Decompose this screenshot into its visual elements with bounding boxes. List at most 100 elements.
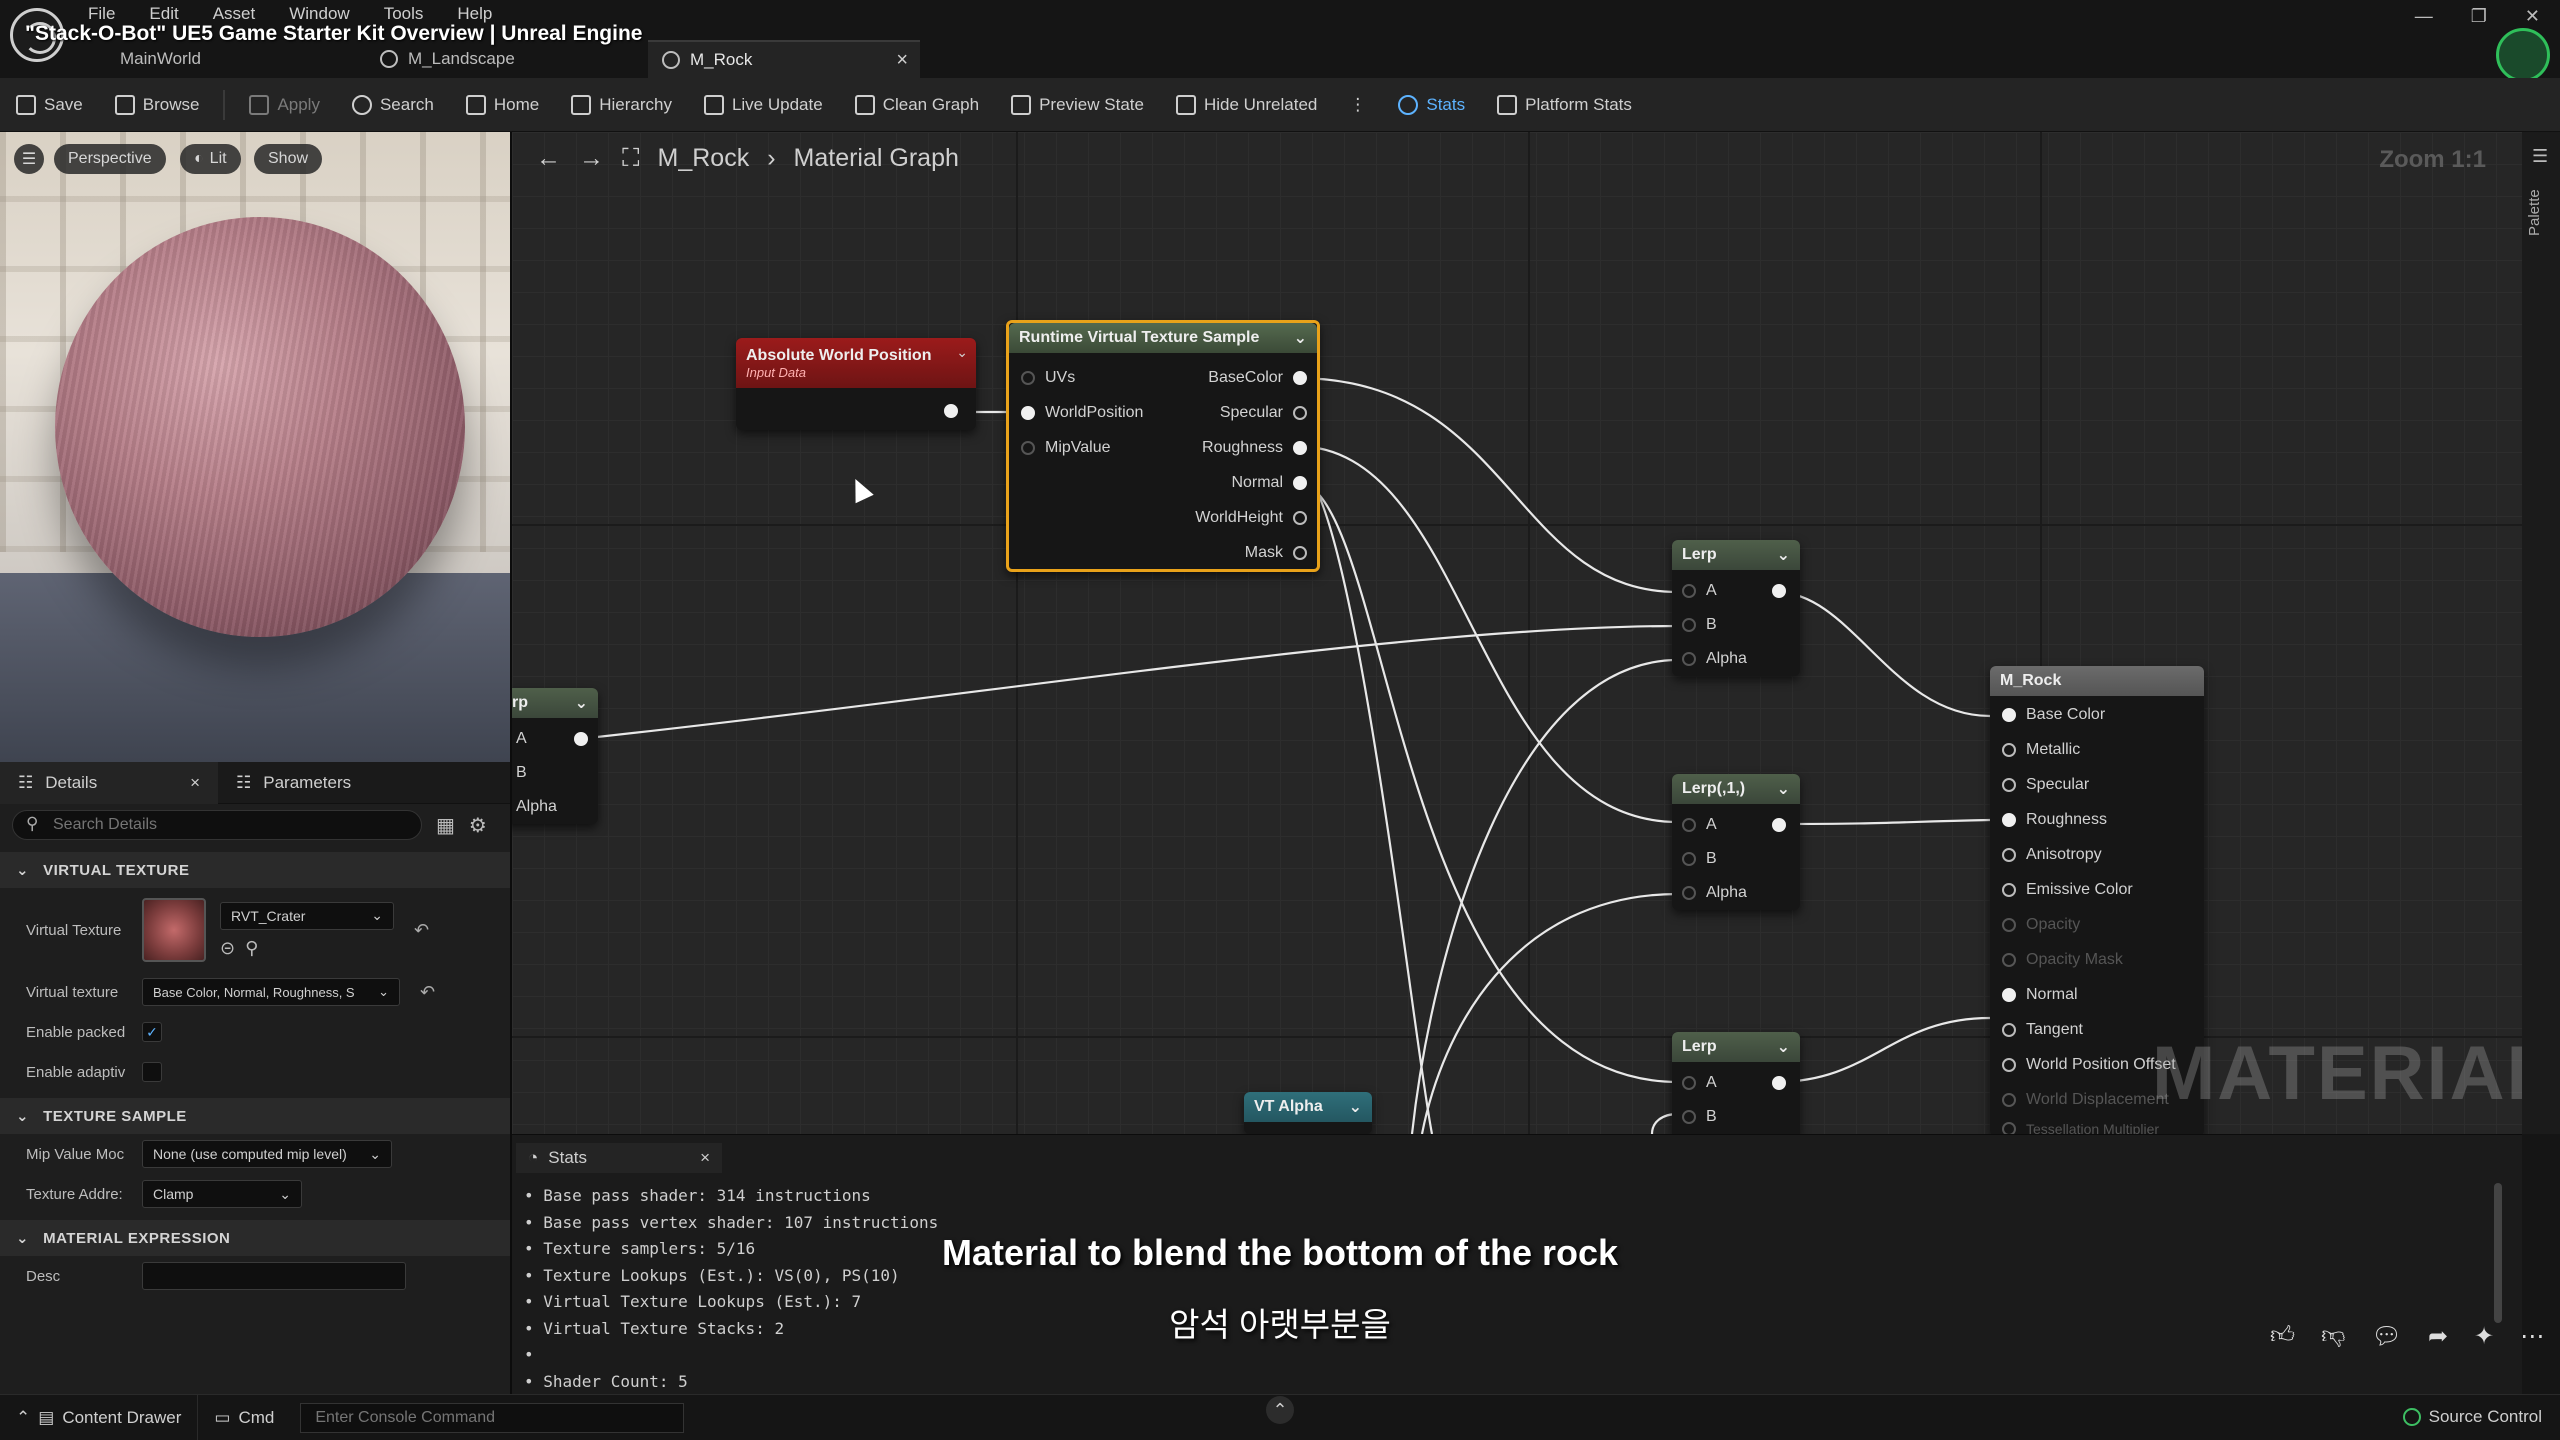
section-virtual-texture[interactable]: ⌄ VIRTUAL TEXTURE [0, 852, 510, 888]
input-pin-b[interactable]: B [516, 764, 527, 782]
input-pin-normal[interactable]: Normal [2002, 986, 2078, 1004]
reset-icon[interactable]: ↶ [420, 982, 435, 1003]
show-button[interactable]: Show [254, 144, 323, 174]
preview-state-button[interactable]: Preview State [995, 78, 1160, 132]
node-vt-alpha[interactable]: VT Alpha ⌄ [1244, 1092, 1372, 1134]
menu-edit[interactable]: Edit [149, 4, 178, 24]
tab-m-landscape[interactable]: M_Landscape [380, 40, 630, 78]
input-pin-uvs[interactable]: UVs [1021, 369, 1075, 387]
preview-viewport[interactable]: ☰ Perspective ◐Lit Show ‹ – 5 [0, 132, 512, 762]
input-pin-a[interactable]: A [516, 730, 527, 748]
section-texture-sample[interactable]: ⌄ TEXTURE SAMPLE [0, 1098, 510, 1134]
more-options-button[interactable]: ⋮ [1333, 78, 1382, 132]
input-pin-metallic[interactable]: Metallic [2002, 741, 2080, 759]
material-graph[interactable]: ← → ⛶ M_Rock › Material Graph Zoom 1:1 A… [512, 132, 2522, 1134]
tab-stats[interactable]: ◔ Stats × [516, 1143, 722, 1173]
mip-value-dropdown[interactable]: None (use computed mip level) ⌄ [142, 1140, 392, 1168]
output-pin-specular[interactable]: Specular [1220, 404, 1307, 422]
input-pin-b[interactable]: B [1682, 850, 1717, 868]
node-lerp-1[interactable]: Lerp ⌄ A B Alpha [1672, 540, 1800, 676]
back-arrow-icon[interactable]: ← [536, 144, 561, 173]
input-pin-emissive-color[interactable]: Emissive Color [2002, 881, 2133, 899]
chevron-down-icon[interactable]: ⌄ [1777, 779, 1790, 799]
input-pin-mipvalue[interactable]: MipValue [1021, 439, 1111, 457]
gear-icon[interactable]: ⚙ [469, 813, 487, 838]
maximize-icon[interactable]: ❐ [2471, 6, 2487, 27]
home-button[interactable]: Home [450, 78, 555, 132]
chevron-down-icon[interactable]: ⌄ [956, 344, 968, 361]
stats-button[interactable]: Stats [1382, 78, 1481, 132]
input-pin-base-color[interactable]: Base Color [2002, 706, 2105, 724]
output-pin-normal[interactable]: Normal [1231, 474, 1307, 492]
enable-packed-checkbox[interactable]: ✓ [142, 1022, 162, 1042]
output-pin[interactable] [1772, 584, 1786, 598]
menu-window[interactable]: Window [289, 4, 349, 24]
viewport-menu-button[interactable]: ☰ [14, 144, 44, 174]
chevron-down-icon[interactable]: ⌄ [1349, 1097, 1362, 1117]
input-pin-a[interactable]: A [1682, 582, 1717, 600]
close-icon[interactable]: × [896, 49, 908, 72]
output-pin-basecolor[interactable]: BaseColor [1208, 369, 1307, 387]
close-icon[interactable]: × [190, 773, 200, 793]
menu-file[interactable]: File [88, 4, 115, 24]
browse-asset-icon[interactable]: ⚲ [245, 938, 258, 959]
output-pin-mask[interactable]: Mask [1245, 544, 1307, 562]
output-pin[interactable] [574, 732, 588, 746]
node-runtime-virtual-texture-sample[interactable]: Runtime Virtual Texture Sample ⌄ UVs Wor… [1006, 320, 1320, 572]
forward-arrow-icon[interactable]: → [579, 144, 604, 173]
input-pin-world-displacement[interactable]: World Displacement [2002, 1091, 2169, 1109]
source-control-button[interactable]: Source Control [2402, 1394, 2542, 1440]
chevron-down-icon[interactable]: ⌄ [1294, 328, 1307, 348]
node-lerp-3[interactable]: Lerp ⌄ A B [1672, 1032, 1800, 1134]
chevron-down-icon[interactable]: ⌄ [1777, 545, 1790, 565]
menu-asset[interactable]: Asset [213, 4, 256, 24]
output-pin[interactable] [1772, 1076, 1786, 1090]
menu-tools[interactable]: Tools [384, 4, 424, 24]
virtual-texture-dropdown[interactable]: RVT_Crater ⌄ [220, 901, 394, 930]
input-pin-tangent[interactable]: Tangent [2002, 1021, 2083, 1039]
tab-mainworld[interactable]: MainWorld [120, 40, 250, 78]
close-window-icon[interactable]: ✕ [2525, 6, 2540, 27]
input-pin-anisotropy[interactable]: Anisotropy [2002, 846, 2102, 864]
tab-m-rock[interactable]: M_Rock × [648, 40, 920, 78]
input-pin-b[interactable]: B [1682, 616, 1717, 634]
use-selected-icon[interactable]: ⊝ [220, 938, 235, 959]
breadcrumb-asset[interactable]: M_Rock [658, 144, 750, 173]
input-pin-b[interactable]: B [1682, 1108, 1717, 1126]
node-lerp-left[interactable]: rp ⌄ A B Alpha [512, 688, 598, 824]
cmd-button[interactable]: ▭ Cmd [198, 1395, 290, 1440]
input-pin-alpha[interactable]: Alpha [516, 798, 557, 816]
input-pin-a[interactable]: A [1682, 816, 1717, 834]
input-pin-alpha[interactable]: Alpha [1682, 650, 1747, 668]
browse-button[interactable]: Browse [99, 78, 216, 132]
input-pin-roughness[interactable]: Roughness [2002, 811, 2107, 829]
palette-rail[interactable]: ☰ [2522, 132, 2560, 1134]
palette-menu-icon[interactable]: ☰ [2532, 146, 2548, 167]
platform-stats-button[interactable]: Platform Stats [1481, 78, 1648, 132]
node-absolute-world-position[interactable]: Absolute World Position Input Data ⌄ [736, 338, 976, 430]
tab-details[interactable]: ☷ Details × [0, 761, 218, 804]
perspective-button[interactable]: Perspective [54, 144, 166, 174]
chevron-down-icon[interactable]: ⌄ [1777, 1037, 1790, 1057]
texture-address-dropdown[interactable]: Clamp ⌄ [142, 1180, 302, 1208]
search-details-input[interactable] [12, 810, 422, 840]
close-icon[interactable]: × [700, 1148, 710, 1168]
search-button[interactable]: Search [336, 78, 450, 132]
breadcrumb-graph[interactable]: Material Graph [794, 144, 959, 173]
input-pin-opacity[interactable]: Opacity [2002, 916, 2080, 934]
reset-icon[interactable]: ↶ [414, 920, 429, 941]
input-pin-worldposition[interactable]: WorldPosition [1021, 404, 1143, 422]
live-update-button[interactable]: Live Update [688, 78, 839, 132]
hide-unrelated-button[interactable]: Hide Unrelated [1160, 78, 1333, 132]
hierarchy-button[interactable]: Hierarchy [555, 78, 688, 132]
output-pin-roughness[interactable]: Roughness [1202, 439, 1307, 457]
menu-help[interactable]: Help [457, 4, 492, 24]
input-pin-opacity-mask[interactable]: Opacity Mask [2002, 951, 2123, 969]
output-pin-worldheight[interactable]: WorldHeight [1195, 509, 1307, 527]
input-pin-world-position-offset[interactable]: World Position Offset [2002, 1056, 2176, 1074]
console-input[interactable] [300, 1402, 685, 1433]
save-button[interactable]: Save [0, 78, 99, 132]
output-pin[interactable] [944, 404, 958, 418]
lit-button[interactable]: ◐ Lit [180, 144, 241, 174]
input-pin-tessellation-multiplier[interactable]: Tessellation Multiplier [2002, 1121, 2159, 1134]
